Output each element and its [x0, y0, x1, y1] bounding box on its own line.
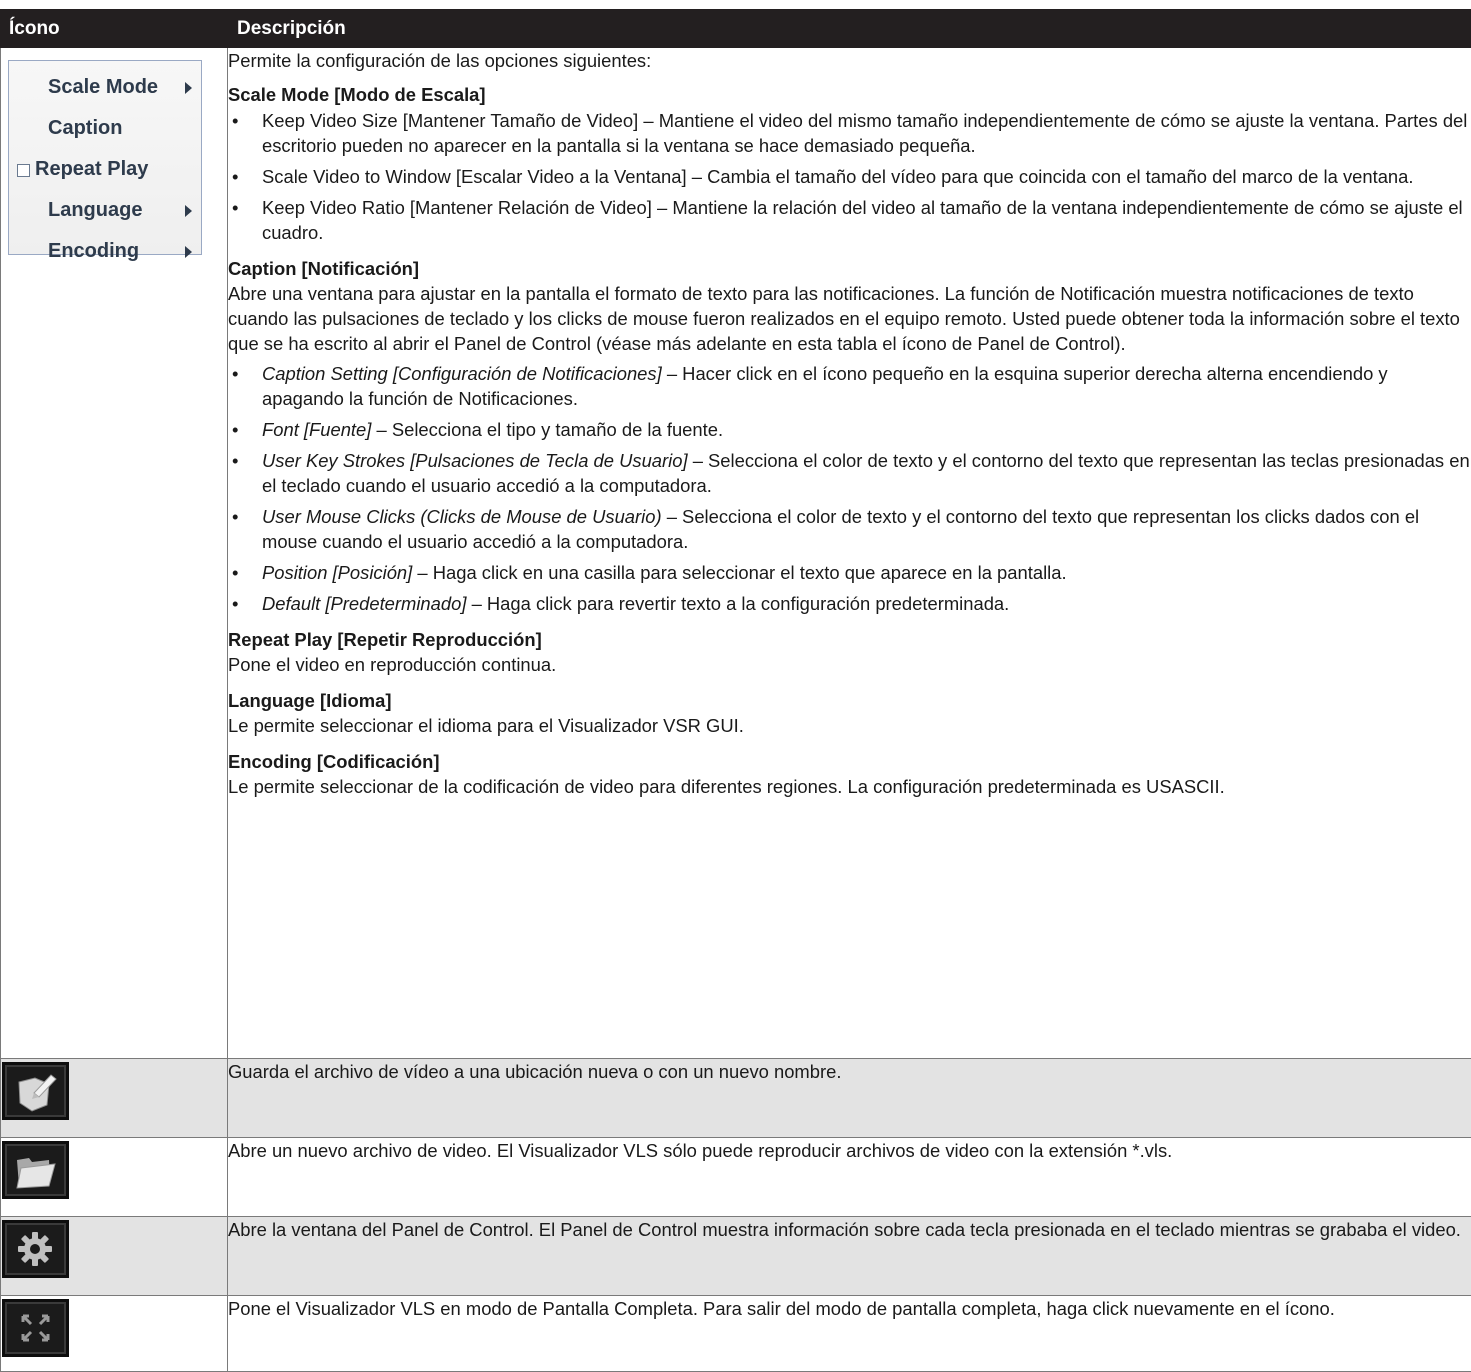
list-item: • User Key Strokes [Pulsaciones de Tecla … [228, 448, 1471, 498]
menu-item-repeat-play[interactable]: Repeat Play [9, 152, 201, 188]
submenu-arrow-icon [185, 82, 192, 94]
list-item-text: – Haga click en una casilla para selecci… [412, 562, 1066, 583]
caption-text: Abre una ventana para ajustar en la pant… [228, 281, 1471, 356]
repeat-play-section: Repeat Play [Repetir Reproducción] Pone … [228, 627, 1471, 677]
bullet-icon: • [232, 504, 238, 529]
icon-description-table: Ícono Descripción Scale Mode Caption Rep… [0, 9, 1471, 1372]
section-title: Encoding [Codificación] [228, 749, 1471, 774]
list-item-term: Font [Fuente] [262, 419, 371, 440]
menu-description-cell: Permite la configuración de las opciones… [228, 48, 1471, 1059]
table-row: Abre la ventana del Panel de Control. El… [1, 1217, 1471, 1296]
list-item-term: User Mouse Clicks (Clicks de Mouse de Us… [262, 506, 662, 527]
bullet-icon: • [232, 448, 238, 473]
caption-section: Caption [Notificación] Abre una ventana … [228, 256, 1471, 616]
list-item-term: Position [Posición] [262, 562, 412, 583]
fullscreen-icon [2, 1299, 69, 1357]
table-row: Guarda el archivo de vídeo a una ubicaci… [1, 1059, 1471, 1138]
section-text: Le permite seleccionar de la codificació… [228, 774, 1471, 799]
open-folder-icon [2, 1141, 69, 1199]
bullet-icon: • [232, 560, 238, 585]
bullet-icon: • [232, 195, 238, 220]
section-title: Language [Idioma] [228, 688, 1471, 713]
submenu-arrow-icon [185, 246, 192, 258]
list-item: • Caption Setting [Configuración de Notif… [228, 361, 1471, 411]
list-item: • Font [Fuente] – Selecciona el tipo y ta… [228, 417, 1471, 442]
table-row: Abre un nuevo archivo de video. El Visua… [1, 1138, 1471, 1217]
icon-cell [1, 1217, 228, 1296]
bullet-icon: • [232, 417, 238, 442]
section-title: Repeat Play [Repetir Reproducción] [228, 627, 1471, 652]
list-item: • User Mouse Clicks (Clicks de Mouse de U… [228, 504, 1471, 554]
table-header-row: Ícono Descripción [1, 10, 1471, 48]
section-title: Caption [Notificación] [228, 256, 1471, 281]
description-cell: Guarda el archivo de vídeo a una ubicaci… [228, 1059, 1471, 1138]
menu-item-encoding[interactable]: Encoding [9, 234, 201, 270]
bullet-icon: • [232, 164, 238, 189]
section-text: Le permite seleccionar el idioma para el… [228, 713, 1471, 738]
description-cell: Abre un nuevo archivo de video. El Visua… [228, 1138, 1471, 1217]
menu-item-label: Scale Mode [48, 76, 158, 99]
header-icon: Ícono [1, 10, 228, 48]
scale-mode-list: • Keep Video Size [Mantener Tamaño de Vid… [228, 108, 1471, 245]
menu-item-label: Encoding [48, 240, 139, 263]
submenu-arrow-icon [185, 205, 192, 217]
options-menu: Scale Mode Caption Repeat Play Language [8, 60, 202, 255]
list-item-text: Keep Video Ratio [Mantener Relación de V… [262, 197, 1463, 243]
menu-item-label: Language [48, 199, 142, 222]
list-item-term: Default [Predeterminado] [262, 593, 466, 614]
bullet-icon: • [232, 361, 238, 386]
menu-item-language[interactable]: Language [9, 193, 201, 229]
icon-cell [1, 1138, 228, 1217]
menu-icon-cell: Scale Mode Caption Repeat Play Language [1, 48, 228, 1059]
list-item-term: User Key Strokes [Pulsaciones de Tecla d… [262, 450, 688, 471]
list-item: • Keep Video Ratio [Mantener Relación de … [228, 195, 1471, 245]
list-item-text: – Haga click para revertir texto a la co… [466, 593, 1009, 614]
checkbox-icon[interactable] [17, 164, 30, 177]
intro-text: Permite la configuración de las opciones… [228, 48, 1471, 73]
menu-item-label: Caption [48, 117, 122, 140]
bullet-icon: • [232, 591, 238, 616]
language-section: Language [Idioma] Le permite seleccionar… [228, 688, 1471, 738]
scale-mode-section: Scale Mode [Modo de Escala] • Keep Video … [228, 82, 1471, 245]
list-item-term: Caption Setting [Configuración de Notifi… [262, 363, 662, 384]
icon-cell [1, 1059, 228, 1138]
menu-item-caption[interactable]: Caption [9, 111, 201, 147]
list-item-text: Scale Video to Window [Escalar Video a l… [262, 166, 1414, 187]
header-description: Descripción [228, 10, 1471, 48]
save-as-icon [2, 1062, 69, 1120]
gear-icon [2, 1220, 69, 1278]
menu-item-scale-mode[interactable]: Scale Mode [9, 70, 201, 106]
section-text: Pone el video en reproducción continua. [228, 652, 1471, 677]
list-item-text: – Selecciona el tipo y tamaño de la fuen… [371, 419, 723, 440]
caption-list: • Caption Setting [Configuración de Notif… [228, 361, 1471, 616]
list-item: • Position [Posición] – Haga click en una… [228, 560, 1471, 585]
list-item: • Default [Predeterminado] – Haga click p… [228, 591, 1471, 616]
bullet-icon: • [232, 108, 238, 133]
list-item-text: Keep Video Size [Mantener Tamaño de Vide… [262, 110, 1467, 156]
list-item: • Scale Video to Window [Escalar Video a … [228, 164, 1471, 189]
list-item: • Keep Video Size [Mantener Tamaño de Vid… [228, 108, 1471, 158]
description-cell: Abre la ventana del Panel de Control. El… [228, 1217, 1471, 1296]
encoding-section: Encoding [Codificación] Le permite selec… [228, 749, 1471, 799]
menu-item-label: Repeat Play [35, 158, 148, 181]
table-row: Scale Mode Caption Repeat Play Language [1, 48, 1471, 1059]
section-title: Scale Mode [Modo de Escala] [228, 82, 1471, 107]
